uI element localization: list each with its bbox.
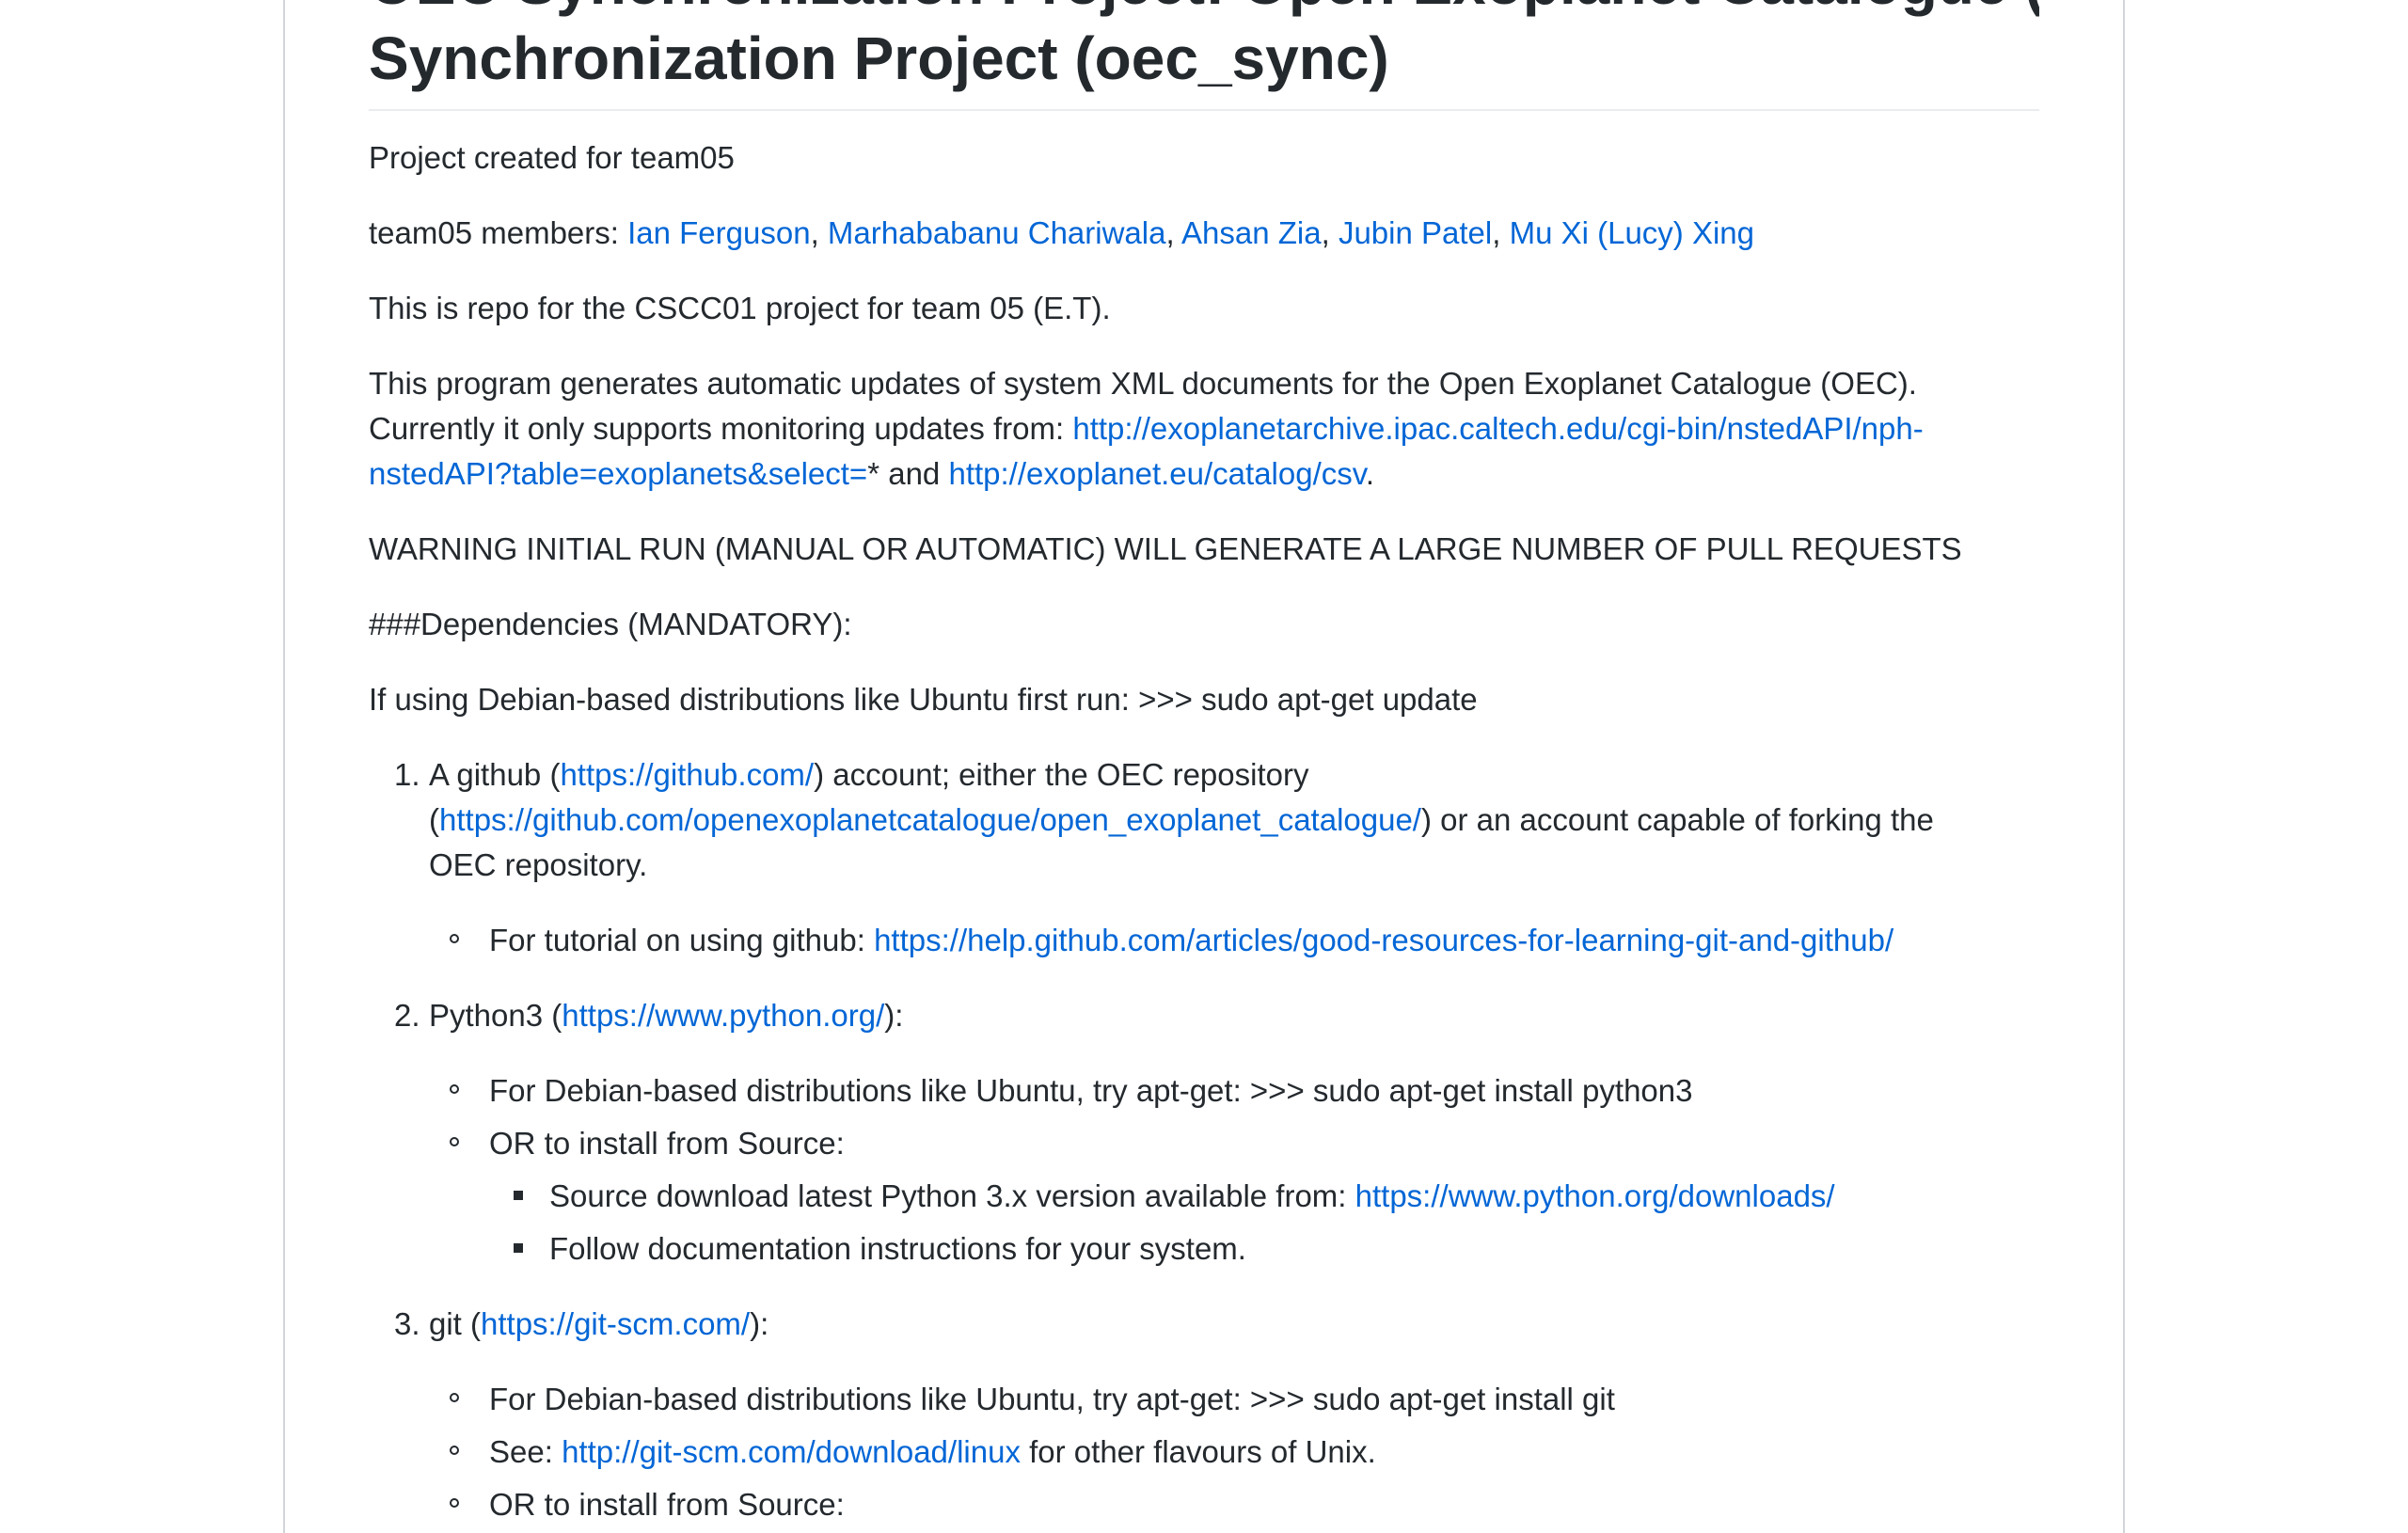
warning-text: WARNING INITIAL RUN (MANUAL OR AUTOMATIC… (369, 531, 1962, 566)
dependencies-heading: ###Dependencies (MANDATORY): (369, 607, 852, 641)
nasa-archive-link-part2[interactable]: nstedAPI?table=exoplanets&select= (369, 456, 867, 491)
git-linux-suffix: for other flavours of Unix. (1020, 1434, 1376, 1469)
git-scm-link[interactable]: https://git-scm.com/ (481, 1306, 750, 1341)
list-number: 1. (394, 757, 420, 792)
list-item-python-download: Source download latest Python 3.x versio… (514, 1174, 2039, 1219)
list-item-github-tutorial: For tutorial on using github: https://he… (450, 918, 2039, 963)
program-line-2-prefix: Currently it only supports monitoring up… (369, 411, 1073, 446)
separator: , (1492, 215, 1510, 250)
oec-repo-text: OEC repository. (429, 847, 648, 882)
paren: ( (429, 802, 439, 837)
team-members-label: team05 members: (369, 215, 628, 250)
member-link-ian[interactable]: Ian Ferguson (627, 215, 810, 250)
list-item-git-linux: See: http://git-scm.com/download/linux f… (450, 1430, 2039, 1475)
list-number: 2. (394, 998, 420, 1033)
list-number: 3. (394, 1306, 420, 1341)
program-line-1: This program generates automatic updates… (369, 366, 1917, 401)
list-item-git-apt: For Debian-based distributions like Ubun… (450, 1377, 2039, 1422)
program-description: This program generates automatic updates… (369, 361, 2039, 497)
nasa-archive-link-part1[interactable]: http://exoplanetarchive.ipac.caltech.edu… (1072, 411, 1923, 446)
repo-description: This is repo for the CSCC01 project for … (369, 291, 1111, 325)
github-mid-text: ) account; either the OEC repository (814, 757, 1309, 792)
git-linux-link[interactable]: http://git-scm.com/download/linux (562, 1434, 1021, 1469)
list-item-body: A github (https://github.com/) account; … (429, 752, 2039, 888)
member-link-lucy[interactable]: Mu Xi (Lucy) Xing (1510, 215, 1754, 250)
github-link[interactable]: https://github.com/ (560, 757, 814, 792)
github-suffix-text: ) or an account capable of forking the (1420, 802, 1934, 837)
list-item-python-source: OR to install from Source: (450, 1121, 2039, 1166)
tutorial-prefix: For tutorial on using github: (489, 923, 875, 957)
python-downloads-link[interactable]: https://www.python.org/downloads/ (1355, 1178, 1835, 1213)
python-download-prefix: Source download latest Python 3.x versio… (549, 1178, 1355, 1213)
python-suffix: ): (884, 998, 904, 1033)
separator: , (1165, 215, 1182, 250)
page-title: OEC Synchronization Project: Open Exopla… (369, 0, 2039, 111)
team-members-line: team05 members: Ian Ferguson, Marhababan… (369, 211, 2039, 256)
page-title-line-1: OEC Synchronization Project: Open Exopla… (369, 0, 2039, 21)
python-prefix: Python3 ( (429, 998, 562, 1033)
list-item-python-apt: For Debian-based distributions like Ubun… (450, 1068, 2039, 1114)
list-item-python-docs: Follow documentation instructions for yo… (514, 1226, 2039, 1272)
list-item-git-source: OR to install from Source: (450, 1482, 2039, 1527)
period: . (1365, 456, 1374, 491)
star-and-text: * and (867, 456, 949, 491)
github-prefix: A github ( (429, 757, 561, 792)
debian-note: If using Debian-based distributions like… (369, 682, 1478, 717)
member-link-jubin[interactable]: Jubin Patel (1339, 215, 1492, 250)
member-link-marhababanu[interactable]: Marhababanu Chariwala (828, 215, 1166, 250)
git-suffix: ): (750, 1306, 769, 1341)
member-link-ahsan[interactable]: Ahsan Zia (1181, 215, 1322, 250)
git-prefix: git ( (429, 1306, 482, 1341)
project-created-text: Project created for team05 (369, 140, 735, 175)
github-tutorial-link[interactable]: https://help.github.com/articles/good-re… (874, 923, 1893, 957)
separator: , (1321, 215, 1339, 250)
list-item-body: Python3 (https://www.python.org/): (429, 993, 2039, 1038)
oec-repo-link[interactable]: https://github.com/openexoplanetcatalogu… (439, 802, 1421, 837)
list-item-body: git (https://git-scm.com/): (429, 1302, 2039, 1347)
exoplanet-eu-link[interactable]: http://exoplanet.eu/catalog/csv (948, 456, 1365, 491)
python-link[interactable]: https://www.python.org/ (562, 998, 884, 1033)
separator: , (810, 215, 828, 250)
git-see-prefix: See: (489, 1434, 562, 1469)
page-title-line-2: Synchronization Project (oec_sync) (369, 24, 1389, 92)
